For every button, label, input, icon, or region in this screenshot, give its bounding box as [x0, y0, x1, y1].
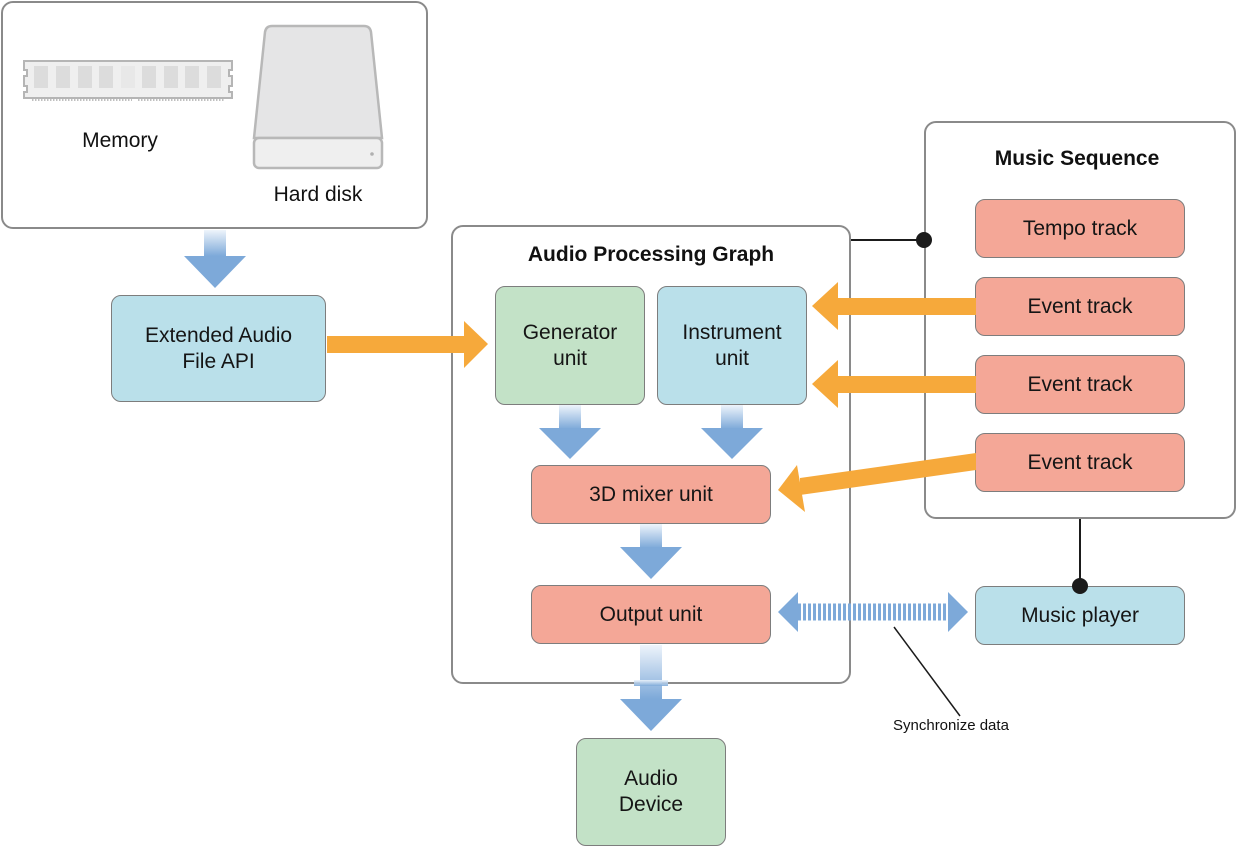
extended-audio-file-api-label: Extended Audio File API: [144, 323, 293, 373]
instrument-unit-label: Instrument unit: [682, 320, 782, 370]
harddisk-label: Hard disk: [273, 183, 363, 206]
sync-data-annotation: Synchronize data: [893, 717, 1009, 734]
generator-unit-box: Generator unit: [495, 286, 645, 405]
extended-audio-file-api-box: Extended Audio File API: [111, 295, 326, 402]
connector-sequence-to-player: [1072, 519, 1088, 594]
audio-processing-graph-title: Audio Processing Graph: [527, 243, 775, 266]
connector-graph-to-sequence: [851, 232, 932, 248]
output-unit-label: Output unit: [599, 602, 703, 626]
ram-module-icon: [23, 60, 233, 101]
audio-device-box: Audio Device: [576, 738, 726, 846]
generator-unit-label: Generator unit: [522, 320, 618, 370]
output-unit-box: Output unit: [531, 585, 771, 644]
instrument-unit-box: Instrument unit: [657, 286, 807, 405]
tempo-track-label: Tempo track: [1022, 216, 1138, 240]
music-player-box: Music player: [975, 586, 1185, 645]
memory-label: Memory: [82, 129, 158, 152]
event-track-label-2: Event track: [1027, 372, 1133, 396]
sync-annotation-leader: [893, 626, 961, 717]
music-sequence-title: Music Sequence: [994, 147, 1160, 170]
hard-disk-icon: [252, 24, 384, 170]
event-track-box-2: Event track: [975, 355, 1185, 414]
tempo-track-box: Tempo track: [975, 199, 1185, 258]
event-track-box-3: Event track: [975, 433, 1185, 492]
music-player-label: Music player: [1021, 603, 1139, 627]
audio-device-label: Audio Device: [618, 767, 684, 816]
down-arrow-storage-to-extaudio: [184, 230, 246, 288]
event-track-box-1: Event track: [975, 277, 1185, 336]
event-track-label-1: Event track: [1027, 294, 1133, 318]
3d-mixer-unit-label: 3D mixer unit: [589, 482, 713, 506]
event-track-label-3: Event track: [1027, 450, 1133, 474]
3d-mixer-unit-box: 3D mixer unit: [531, 465, 771, 524]
